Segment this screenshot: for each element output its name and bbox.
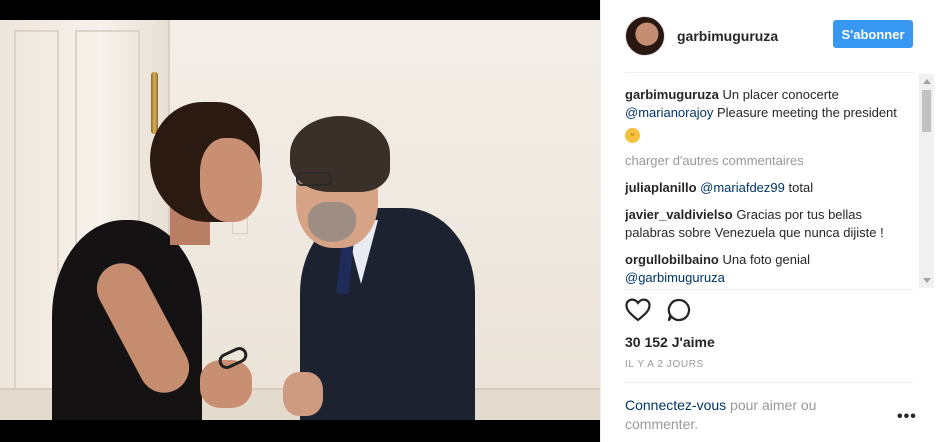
comment-username[interactable]: javier_valdivielso	[625, 207, 733, 222]
heart-icon[interactable]	[625, 298, 651, 322]
comments-list: garbimuguruza Un placer conocerte @maria…	[625, 86, 915, 288]
more-options-icon[interactable]: •••	[897, 408, 917, 426]
scroll-down-arrow-icon[interactable]	[923, 278, 931, 283]
scrollbar-thumb[interactable]	[922, 90, 931, 132]
comment-item: juliaplanillo @mariafdez99 total	[625, 179, 915, 197]
follow-button[interactable]: S'abonner	[833, 20, 913, 48]
caption-text-after: Pleasure meeting the president	[713, 105, 897, 120]
grinning-emoji-icon: ᵕ	[625, 128, 640, 143]
load-more-comments-link[interactable]: charger d'autres commentaires	[625, 152, 915, 170]
comment-text: total	[788, 180, 814, 195]
login-prompt: Connectez-vous pour aimer ou commenter.	[625, 396, 865, 434]
caption-username[interactable]: garbimuguruza	[625, 87, 719, 102]
comment-username[interactable]: orgullobilbaino	[625, 252, 719, 267]
comments-scrollbar[interactable]	[919, 74, 934, 288]
door-handle	[151, 72, 158, 134]
login-link[interactable]: Connectez-vous	[625, 397, 726, 413]
caption: garbimuguruza Un placer conocerte @maria…	[625, 86, 915, 143]
comment-item: javier_valdivielso Gracias por tus bella…	[625, 206, 915, 242]
speech-bubble-icon[interactable]	[667, 298, 691, 322]
divider	[625, 72, 913, 73]
post-actions	[625, 298, 691, 322]
header-username[interactable]: garbimuguruza	[677, 28, 778, 44]
post-photo[interactable]	[0, 20, 600, 420]
comment-mention[interactable]: @garbimuguruza	[625, 270, 725, 285]
comment-username[interactable]: juliaplanillo	[625, 180, 697, 195]
photo-pane	[0, 0, 600, 442]
divider	[625, 289, 913, 290]
divider	[625, 382, 913, 383]
comment-item: orgullobilbaino Una foto genial @garbimu…	[625, 251, 915, 287]
post-sidebar: garbimuguruza S'abonner garbimuguruza Un…	[600, 0, 937, 442]
avatar[interactable]	[625, 16, 665, 56]
comment-text: Una foto genial	[722, 252, 810, 267]
caption-text: Un placer conocerte	[722, 87, 839, 102]
comment-mention[interactable]: @mariafdez99	[700, 180, 785, 195]
caption-mention[interactable]: @marianorajoy	[625, 105, 713, 120]
likes-count[interactable]: 30 152 J'aime	[625, 334, 715, 350]
scroll-up-arrow-icon[interactable]	[923, 79, 931, 84]
post-timestamp: IL Y A 2 JOURS	[625, 359, 704, 370]
